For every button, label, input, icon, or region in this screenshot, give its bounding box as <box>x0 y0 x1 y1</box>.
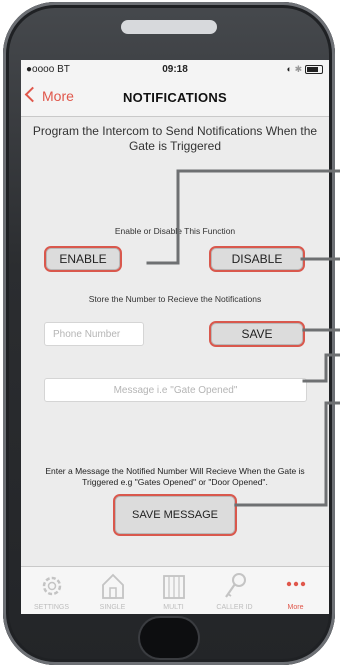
home-button[interactable] <box>140 618 198 658</box>
enable-section-label: Enable or Disable This Function <box>114 226 236 236</box>
battery-icon <box>305 64 323 74</box>
page-heading: Program the Intercom to Send Notificatio… <box>32 124 318 153</box>
tab-label: More <box>287 604 304 611</box>
tab-more[interactable]: More <box>265 567 326 614</box>
disable-button[interactable]: DISABLE <box>209 246 305 272</box>
gear-icon <box>42 576 62 596</box>
tab-bar: SETTINGS SINGLE MULTI CALLER ID More <box>21 566 329 614</box>
status-time: 09:18 <box>162 64 188 75</box>
tab-label: SETTINGS <box>33 604 69 611</box>
tab-multi[interactable]: MULTI <box>143 567 204 614</box>
page-title: NOTIFICATIONS <box>122 90 228 105</box>
enable-button[interactable]: ENABLE <box>44 246 122 272</box>
earpiece <box>121 20 217 34</box>
alarm-icon: ◐ <box>286 64 292 74</box>
more-dots-icon <box>286 581 306 587</box>
message-input[interactable] <box>44 378 307 402</box>
phone-number-input[interactable] <box>44 322 144 346</box>
tab-label: CALLER ID <box>216 604 253 611</box>
tab-single[interactable]: SINGLE <box>82 567 143 614</box>
message-description: Enter a Message the Notified Number Will… <box>45 466 305 487</box>
key-icon <box>225 573 246 598</box>
bluetooth-icon: ✱ <box>294 64 303 74</box>
status-icons: ◐ ✱ <box>286 64 323 75</box>
number-section-label: Store the Number to Recieve the Notifica… <box>88 294 262 304</box>
house-icon <box>102 573 124 599</box>
app-screen: ●oooo BT 09:18 ◐ ✱ More NOTIFICATIONS Pr… <box>21 60 329 614</box>
tab-label: MULTI <box>163 604 184 611</box>
tab-settings[interactable]: SETTINGS <box>21 567 82 614</box>
tab-label: SINGLE <box>99 604 126 611</box>
navigation-bar: More NOTIFICATIONS <box>21 80 329 117</box>
tab-caller-id[interactable]: CALLER ID <box>204 567 265 614</box>
apartment-icon <box>163 575 185 599</box>
status-bar: ●oooo BT 09:18 ◐ ✱ <box>21 60 329 80</box>
save-number-button[interactable]: SAVE <box>209 321 305 347</box>
save-message-button[interactable]: SAVE MESSAGE <box>113 494 237 536</box>
phone-frame: ●oooo BT 09:18 ◐ ✱ More NOTIFICATIONS Pr… <box>3 2 335 665</box>
